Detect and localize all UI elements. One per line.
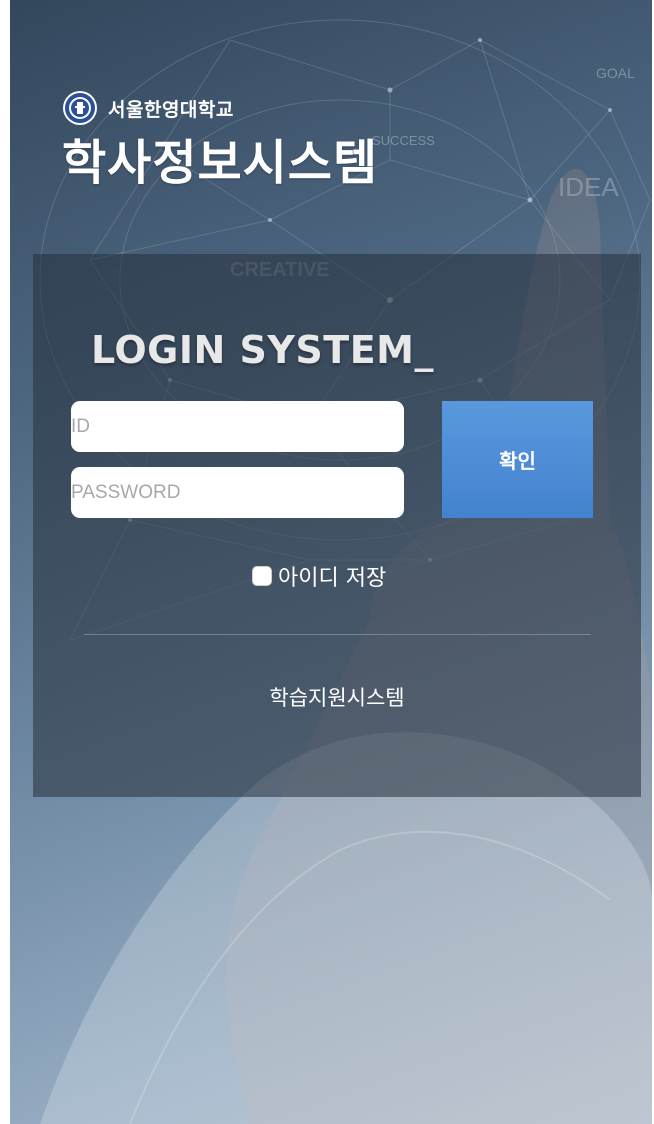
save-id-row[interactable]: 아이디 저장 bbox=[252, 560, 386, 592]
bg-word-goal: GOAL bbox=[596, 65, 635, 81]
header: 서울한영대학교 학사정보시스템 bbox=[62, 88, 602, 191]
divider bbox=[84, 634, 591, 635]
login-panel: LOGIN SYSTEM_ 확인 아이디 저장 학습지원시스템 bbox=[33, 254, 641, 797]
university-name: 서울한영대학교 bbox=[108, 98, 234, 121]
save-id-checkbox[interactable] bbox=[252, 566, 272, 586]
login-heading: LOGIN SYSTEM_ bbox=[91, 328, 434, 372]
login-screen: GOAL SUCCESS IDEA CREATIVE 서울한영대학교 학사정보시… bbox=[10, 0, 652, 1124]
learning-support-link[interactable]: 학습지원시스템 bbox=[33, 682, 641, 712]
university-row: 서울한영대학교 bbox=[62, 88, 602, 128]
password-input[interactable] bbox=[71, 467, 404, 518]
confirm-button[interactable]: 확인 bbox=[442, 401, 593, 518]
page-title: 학사정보시스템 bbox=[62, 135, 379, 191]
save-id-label[interactable]: 아이디 저장 bbox=[278, 560, 386, 592]
id-input[interactable] bbox=[71, 401, 404, 452]
university-seal-icon bbox=[63, 91, 97, 125]
